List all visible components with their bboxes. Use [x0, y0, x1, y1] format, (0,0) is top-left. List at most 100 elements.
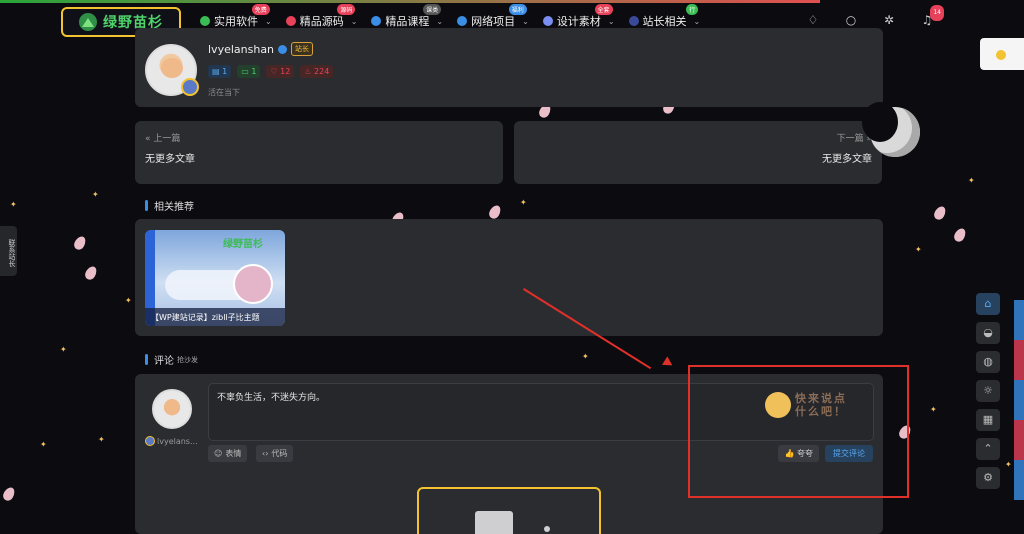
- nav-dot-icon: [371, 16, 382, 26]
- star-icon: ✦: [968, 176, 975, 185]
- comment-username: lvyelans...: [157, 436, 198, 446]
- settings-icon[interactable]: ⚙: [976, 467, 1000, 489]
- petal-decoration: [952, 226, 968, 244]
- nav-item-projects[interactable]: 网络项目 ⌄ 福利: [457, 4, 529, 29]
- back-to-top-icon[interactable]: ⌃: [976, 438, 1000, 460]
- author-status: 活在当下: [208, 88, 240, 97]
- code-icon: ‹›: [262, 449, 269, 458]
- comment-user: lvyelans...: [145, 436, 198, 446]
- qrcode-icon[interactable]: ▦: [976, 409, 1000, 431]
- avatar-face: [161, 58, 183, 78]
- star-icon: ✦: [40, 440, 47, 449]
- author-name-row: lvyelanshan 站长: [208, 42, 314, 56]
- nav-badge: 源码: [337, 4, 356, 15]
- comments-title-text: 评论: [154, 356, 174, 367]
- chevron-down-icon: ⌄: [265, 16, 272, 26]
- search-icon[interactable]: ○: [844, 13, 858, 27]
- petal-decoration: [83, 264, 99, 282]
- floating-toolbar: ⌂ ◒ ◍ ☼ ▦ ⌃ ⚙: [976, 293, 1000, 489]
- star-icon: ✦: [92, 190, 99, 199]
- empty-state-illustration: [475, 511, 513, 534]
- comments-section-title: 评论 抢沙发: [145, 352, 198, 367]
- notification-badge: 14: [930, 5, 944, 21]
- qq-icon[interactable]: ◒: [976, 322, 1000, 344]
- nav-badge: 全套: [594, 4, 613, 15]
- sun-icon: [996, 50, 1006, 60]
- code-button[interactable]: ‹› 代码: [256, 445, 294, 462]
- prev-post-card[interactable]: « 上一篇 无更多文章: [135, 121, 503, 184]
- theme-toggle[interactable]: [980, 38, 1024, 70]
- comment-avatar: [152, 389, 192, 429]
- prev-label: « 上一篇: [145, 134, 181, 144]
- author-card: lvyelanshan 站长 ▤ 1 ▭ 1 ♡ 12 ♨ 224 活在当下: [135, 28, 883, 107]
- main-nav: 实用软件 ⌄ 免费 精品源码 ⌄ 源码 精品课程 ⌄ 课类 网络项目 ⌄ 福利 …: [200, 4, 700, 29]
- nav-item-software[interactable]: 实用软件 ⌄ 免费: [200, 4, 272, 29]
- nav-item-webmaster[interactable]: 站长相关 ⌄ 行: [628, 4, 700, 29]
- nav-dot-icon: [200, 16, 210, 26]
- stat-views: ♨ 224: [300, 65, 334, 78]
- nav-item-source[interactable]: 精品源码 ⌄ 源码: [285, 4, 358, 29]
- chevron-down-icon: ⌄: [436, 16, 444, 26]
- nav-item-courses[interactable]: 精品课程 ⌄ 课类: [371, 4, 444, 29]
- lightbulb-icon[interactable]: ♢: [806, 13, 820, 27]
- chevron-down-icon: ⌄: [607, 16, 615, 26]
- section-bar: [145, 354, 148, 365]
- edge-decoration: [1014, 300, 1024, 500]
- star-icon: ✦: [520, 198, 527, 207]
- petal-decoration: [1, 485, 17, 503]
- emoji-button[interactable]: ☺ 表情: [208, 445, 248, 462]
- code-label: 代码: [271, 449, 288, 458]
- related-section-title: 相关推荐: [145, 198, 194, 213]
- star-icon: ✦: [1005, 460, 1012, 469]
- theme-icon[interactable]: ☼: [976, 380, 1000, 402]
- nav-label: 精品课程: [385, 15, 430, 28]
- related-post-caption[interactable]: 【WP建站记录】zibll子比主题: [145, 308, 285, 326]
- avatar[interactable]: [145, 44, 199, 96]
- nav-dot-icon: [542, 16, 553, 26]
- progress-line: [0, 0, 820, 3]
- star-icon: ✦: [582, 352, 589, 361]
- star-icon: ✦: [98, 435, 105, 444]
- stat-value: 224: [314, 67, 330, 76]
- verified-icon: [278, 44, 288, 54]
- stat-value: 1: [251, 67, 257, 76]
- nav-dot-icon: [628, 16, 639, 26]
- annotation-arrowhead: [662, 356, 675, 370]
- nav-badge: 课类: [423, 4, 442, 15]
- related-post-thumb[interactable]: 绿野苗杉 【WP建站记录】zibll子比主题: [145, 230, 285, 326]
- contact-side-tab[interactable]: 联系站长: [0, 226, 17, 276]
- related-card: 绿野苗杉 【WP建站记录】zibll子比主题: [135, 219, 883, 336]
- comments-subtitle: 抢沙发: [177, 355, 198, 364]
- chevron-down-icon: ⌄: [350, 16, 358, 26]
- stat-value: 12: [280, 67, 291, 76]
- gear-icon[interactable]: ✲: [882, 13, 896, 27]
- author-stats: ▤ 1 ▭ 1 ♡ 12 ♨ 224: [208, 65, 334, 78]
- empty-state-dot: [544, 526, 550, 532]
- star-icon: ✦: [60, 345, 67, 354]
- nav-dot-icon: [457, 16, 468, 26]
- vip-badge-icon: [181, 78, 199, 96]
- related-title-text: 相关推荐: [154, 202, 194, 213]
- stat-posts: ▤ 1: [208, 65, 232, 78]
- nav-item-design[interactable]: 设计素材 ⌄ 全套: [542, 4, 615, 29]
- section-bar: [145, 200, 148, 211]
- stat-value: 1: [222, 67, 228, 76]
- thumb-logo: 绿野苗杉: [223, 239, 263, 250]
- level-badge: 站长: [291, 42, 314, 56]
- author-name[interactable]: lvyelanshan: [208, 43, 274, 56]
- star-icon: ✦: [915, 245, 922, 254]
- nav-label: 实用软件: [214, 15, 258, 28]
- stat-comments: ▭ 1: [237, 65, 261, 78]
- nav-dot-icon: [285, 16, 296, 26]
- nav-label: 设计素材: [556, 15, 601, 28]
- star-icon: ✦: [930, 405, 937, 414]
- logo-mark-icon: [79, 13, 97, 31]
- home-icon[interactable]: ⌂: [976, 293, 1000, 315]
- wechat-icon[interactable]: ◍: [976, 351, 1000, 373]
- next-post-card[interactable]: 下一篇 » 无更多文章: [514, 121, 882, 184]
- next-title: 无更多文章: [822, 154, 872, 165]
- next-label-text: 下一篇: [836, 134, 864, 144]
- thumb-character: [233, 264, 273, 304]
- bell-icon[interactable]: ♫ 14: [920, 5, 944, 27]
- annotation-box: [688, 365, 909, 498]
